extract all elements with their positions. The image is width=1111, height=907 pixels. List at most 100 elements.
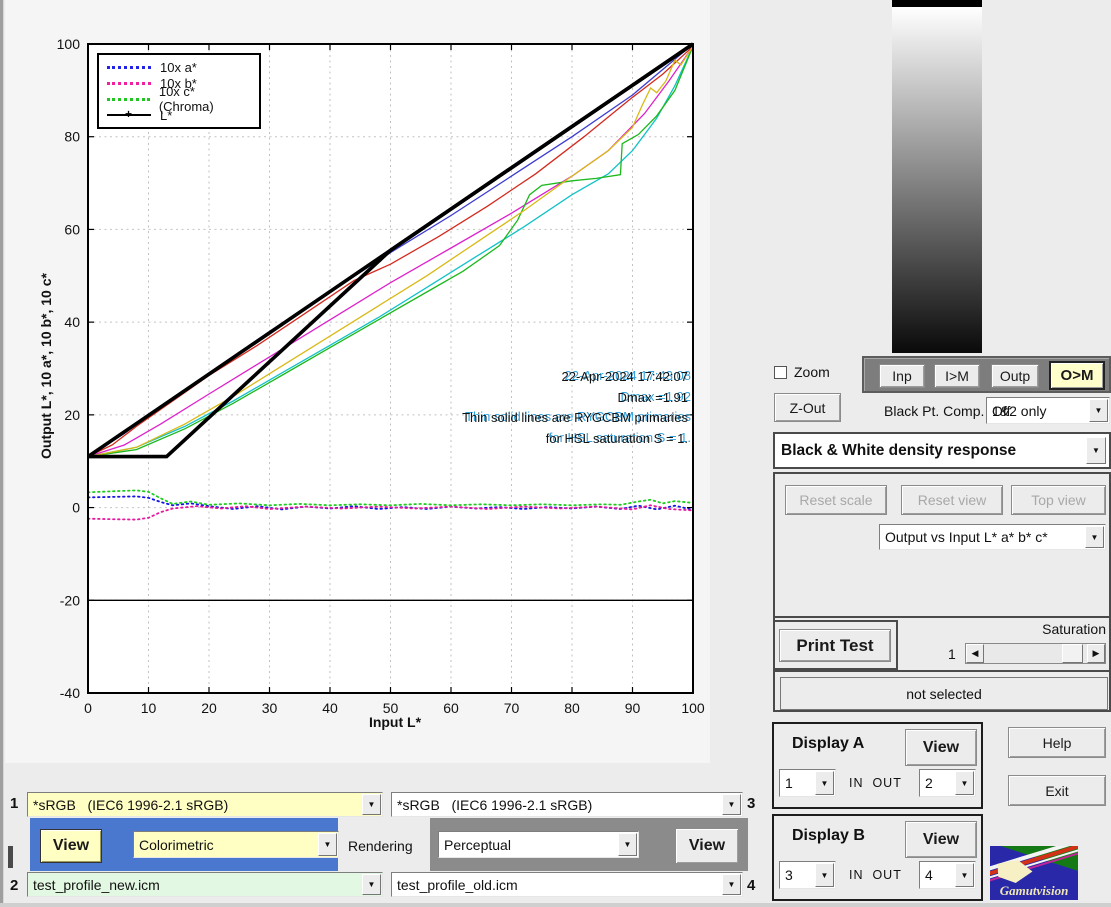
profile-2-value: test_profile_new.icm xyxy=(33,877,160,893)
chart-legend: 10x a* 10x b* 10x c* (Chroma) + L* xyxy=(97,53,261,129)
zoom-out-button[interactable]: Z-Out xyxy=(774,393,841,422)
display-b-view-button[interactable]: View xyxy=(905,821,977,858)
rendering-label: Rendering xyxy=(348,838,413,854)
display-b-inout-label: IN OUT xyxy=(849,868,915,882)
slider-thumb[interactable] xyxy=(1062,644,1083,663)
legend-swatch-lstar: + xyxy=(107,114,151,116)
svg-text:0: 0 xyxy=(72,500,80,516)
reset-view-button: Reset view xyxy=(901,485,1003,515)
svg-text:100: 100 xyxy=(57,36,81,52)
window-bottom-border xyxy=(0,903,1111,907)
display-a-in-value: 1 xyxy=(785,775,793,791)
input-to-monitor-button[interactable]: I>M xyxy=(934,364,980,388)
svg-text:90: 90 xyxy=(625,700,641,716)
profile-3-value: *sRGB (IEC6 1996-2.1 sRGB) xyxy=(397,797,592,813)
rendering-intent-left-select[interactable]: Colorimetric ▼ xyxy=(133,831,339,858)
display-a-out-value: 2 xyxy=(925,775,933,791)
chevron-down-icon[interactable]: ▼ xyxy=(815,771,834,795)
chevron-down-icon[interactable]: ▼ xyxy=(815,863,834,887)
saturation-slider[interactable]: ◀ ▶ xyxy=(965,643,1106,664)
legend-item: 10x a* xyxy=(107,59,251,75)
exit-button[interactable]: Exit xyxy=(1008,775,1106,806)
svg-text:20: 20 xyxy=(201,700,217,716)
legend-swatch-b xyxy=(107,82,151,85)
arrow-left-icon[interactable]: ◀ xyxy=(966,644,984,663)
input-button[interactable]: Inp xyxy=(879,364,925,388)
chevron-down-icon[interactable]: ▼ xyxy=(955,771,974,795)
rendering-intent-left-value: Colorimetric xyxy=(139,837,214,853)
profile-3-select[interactable]: *sRGB (IEC6 1996-2.1 sRGB) ▼ xyxy=(391,792,743,817)
slot1-number: 1 xyxy=(10,795,18,812)
legend-item: + L* xyxy=(107,107,251,123)
display-a-out-select[interactable]: 2 ▼ xyxy=(919,769,976,797)
chevron-down-icon[interactable]: ▼ xyxy=(618,833,637,856)
rendering-intent-right-value: Perceptual xyxy=(444,837,511,853)
zoom-checkbox[interactable] xyxy=(774,366,787,379)
reset-scale-button: Reset scale xyxy=(785,485,887,515)
saturation-value: 1 xyxy=(948,646,956,662)
display-a-inout-label: IN OUT xyxy=(849,776,915,790)
chevron-down-icon[interactable]: ▼ xyxy=(1086,437,1106,464)
display-b-title: Display B xyxy=(792,827,865,845)
display-b-in-select[interactable]: 3 ▼ xyxy=(779,861,836,889)
arrow-right-icon[interactable]: ▶ xyxy=(1087,644,1105,663)
panel-divider xyxy=(775,616,1109,618)
top-view-button: Top view xyxy=(1011,485,1106,515)
annotation-note2: for HSL saturation S = 1. xyxy=(380,429,688,450)
profile-1-select[interactable]: *sRGB (IEC6 1996-2.1 sRGB) ▼ xyxy=(27,792,383,817)
display-a-title: Display A xyxy=(792,735,864,753)
status-box: not selected xyxy=(780,677,1108,710)
profile-2-select[interactable]: test_profile_new.icm ▼ xyxy=(27,872,383,897)
slot2-number: 2 xyxy=(10,877,18,894)
grayscale-ramp-gradient xyxy=(892,7,982,353)
svg-text:20: 20 xyxy=(64,407,80,423)
svg-text:70: 70 xyxy=(504,700,520,716)
mode-select[interactable]: Black & White density response ▼ xyxy=(773,432,1111,469)
x-axis-title: Input L* xyxy=(350,714,440,730)
chevron-down-icon[interactable]: ▼ xyxy=(955,863,974,887)
print-test-button[interactable]: Print Test xyxy=(779,629,891,662)
plot-type-value: Output vs Input L* a* b* c* xyxy=(885,529,1048,545)
profile-1-value: *sRGB (IEC6 1996-2.1 sRGB) xyxy=(33,797,228,813)
profile-4-select[interactable]: test_profile_old.icm ▼ xyxy=(391,872,743,897)
help-button[interactable]: Help xyxy=(1008,727,1106,758)
annotation-layer-black: 22-Apr-2024 17:42:07 Dmax =1.91 Thin sol… xyxy=(380,367,688,449)
panel-divider xyxy=(775,670,1109,672)
svg-text:80: 80 xyxy=(564,700,580,716)
svg-text:40: 40 xyxy=(64,314,80,330)
slot3-number: 3 xyxy=(747,795,755,812)
annotation-dmax: Dmax =1.91 xyxy=(380,388,688,409)
svg-text:-20: -20 xyxy=(60,592,80,608)
rendering-intent-right-select[interactable]: Perceptual ▼ xyxy=(438,831,639,858)
chevron-down-icon[interactable]: ▼ xyxy=(1089,399,1108,422)
display-b-out-value: 4 xyxy=(925,867,933,883)
svg-text:60: 60 xyxy=(443,700,459,716)
chevron-down-icon[interactable]: ▼ xyxy=(362,794,381,815)
window-left-border xyxy=(0,0,4,907)
display-a-in-select[interactable]: 1 ▼ xyxy=(779,769,836,797)
logo-text: Gamutvision xyxy=(990,883,1078,899)
chevron-down-icon[interactable]: ▼ xyxy=(318,833,337,856)
display-b-in-value: 3 xyxy=(785,867,793,883)
chevron-down-icon[interactable]: ▼ xyxy=(722,794,741,815)
view-left-button[interactable]: View xyxy=(40,829,102,863)
plot-type-select[interactable]: Output vs Input L* a* b* c* ▼ xyxy=(879,524,1106,550)
legend-label: 10x a* xyxy=(160,60,197,75)
svg-text:100: 100 xyxy=(681,700,705,716)
view-right-button[interactable]: View xyxy=(675,828,739,864)
output-to-monitor-button[interactable]: O>M xyxy=(1049,361,1105,390)
annotation-note1: Thin solid lines are RYGCBM primaries xyxy=(380,408,688,429)
black-point-comp-select[interactable]: Off 1&2 only ▼ xyxy=(986,397,1110,424)
output-button[interactable]: Outp xyxy=(991,364,1039,388)
zoom-checkbox-label: Zoom xyxy=(794,364,830,380)
display-b-out-select[interactable]: 4 ▼ xyxy=(919,861,976,889)
cursor-mark xyxy=(8,846,13,868)
svg-text:-40: -40 xyxy=(60,685,80,701)
display-a-view-button[interactable]: View xyxy=(905,729,977,766)
chevron-down-icon[interactable]: ▼ xyxy=(1085,526,1104,548)
chevron-down-icon[interactable]: ▼ xyxy=(362,874,381,895)
chevron-down-icon[interactable]: ▼ xyxy=(722,874,741,895)
svg-text:0: 0 xyxy=(84,700,92,716)
profile-4-value: test_profile_old.icm xyxy=(397,877,518,893)
legend-swatch-c xyxy=(107,98,150,101)
